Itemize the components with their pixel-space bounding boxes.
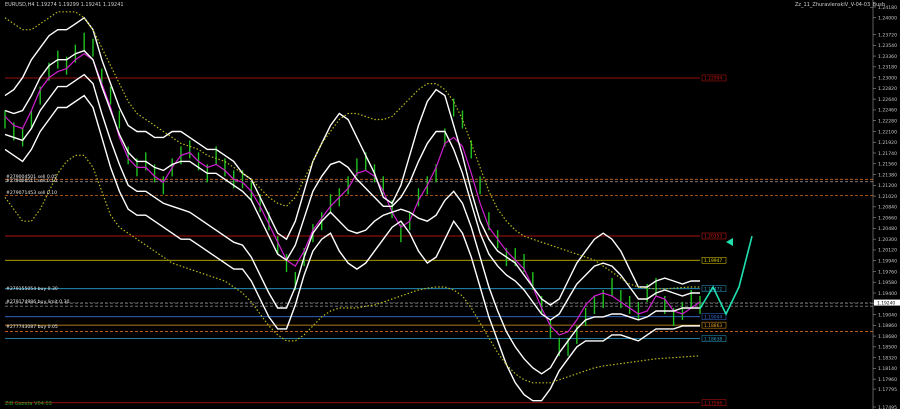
price-tick-label: 1.19760: [878, 269, 897, 275]
series-line: [4, 52, 701, 336]
indicator-name: Zz_11_ZhuravlenskiV_V-04-03_Bush: [795, 2, 886, 8]
level-price-label: 1.19004: [704, 314, 722, 320]
price-tick-label: 1.23540: [878, 43, 897, 49]
level-price-label: 1.17566: [704, 400, 722, 406]
level-price-label: 1.19947: [704, 258, 722, 264]
price-tick-label: 1.17960: [878, 377, 897, 383]
price-tick-label: 1.18320: [878, 355, 897, 361]
price-tick-label: 1.17795: [878, 387, 897, 393]
price-tick-label: 1.20300: [878, 237, 897, 243]
price-tick-label: 1.19040: [878, 312, 897, 318]
series-line: [4, 49, 700, 321]
price-tick-label: 1.18500: [878, 345, 897, 351]
price-tick-label: 1.19400: [878, 291, 897, 297]
series-line: [4, 154, 701, 384]
projection-line: [699, 236, 753, 316]
projection-arrow: [726, 238, 733, 246]
price-tick-label: 1.22820: [878, 86, 897, 92]
footer-signature: ZiB Gazeta V04.03: [5, 401, 52, 407]
price-tick-label: 1.17495: [878, 405, 897, 409]
price-tick-label: 1.21020: [878, 194, 897, 200]
series-line: [4, 94, 700, 402]
price-tick-label: 1.18140: [878, 366, 897, 372]
price-tick-label: 1.20840: [878, 205, 897, 211]
price-tick-label: 1.23180: [878, 65, 897, 71]
price-tick-label: 1.21380: [878, 172, 897, 178]
price-tick-label: 1.22460: [878, 108, 897, 114]
order-label[interactable]: #279174986 buy limit 0.30: [6, 300, 69, 305]
price-tick-label: 1.21200: [878, 183, 897, 189]
price-tick-label: 1.20660: [878, 215, 897, 221]
price-tick-label: 1.20480: [878, 226, 897, 232]
price-chart[interactable]: 1.241801.240001.237201.235401.233601.231…: [0, 0, 900, 409]
price-tick-label: 1.24000: [878, 16, 897, 22]
symbol-header: EURUSD,H4 1.19274 1.19299 1.19241 1.1924…: [5, 2, 124, 8]
level-price-label: 1.18638: [704, 336, 722, 342]
price-tick-label: 1.22100: [878, 129, 897, 135]
chart-area[interactable]: 1.24180 1.24000 1.23720 1.23540 1.23360 1.231…: [0, 0, 900, 409]
price-tick-label: 1.18860: [878, 323, 897, 329]
price-tick-label: 1.22640: [878, 97, 897, 103]
series-line: [4, 73, 700, 375]
order-label[interactable]: #277743087 buy 0.05: [6, 325, 58, 330]
price-tick-label: 1.22280: [878, 118, 897, 124]
order-label[interactable]: #279155054 buy 0.30: [6, 287, 58, 292]
order-label[interactable]: #279071453 sell 0.10: [6, 191, 57, 196]
price-tick-label: 1.19580: [878, 280, 897, 286]
price-tick-label: 1.21920: [878, 140, 897, 146]
level-price-label: 1.20353: [704, 234, 722, 240]
price-tick-label: 1.20120: [878, 248, 897, 254]
level-price-label: 1.22994: [704, 76, 722, 82]
series-line: [4, 11, 700, 290]
price-tick-label: 1.23000: [878, 75, 897, 81]
price-tick-label: 1.23360: [878, 54, 897, 60]
price-tick-label: 1.21560: [878, 162, 897, 168]
price-tick-label: 1.21740: [878, 151, 897, 157]
price-tick-label: 1.23720: [878, 32, 897, 38]
level-price-label: 1.18863: [704, 323, 722, 329]
price-tick-label: 1.19940: [878, 259, 897, 265]
current-price-label: 1.19240: [877, 300, 895, 306]
price-tick-label: 1.18680: [878, 334, 897, 340]
order-label[interactable]: #279006511 sell 0.10: [6, 179, 57, 184]
